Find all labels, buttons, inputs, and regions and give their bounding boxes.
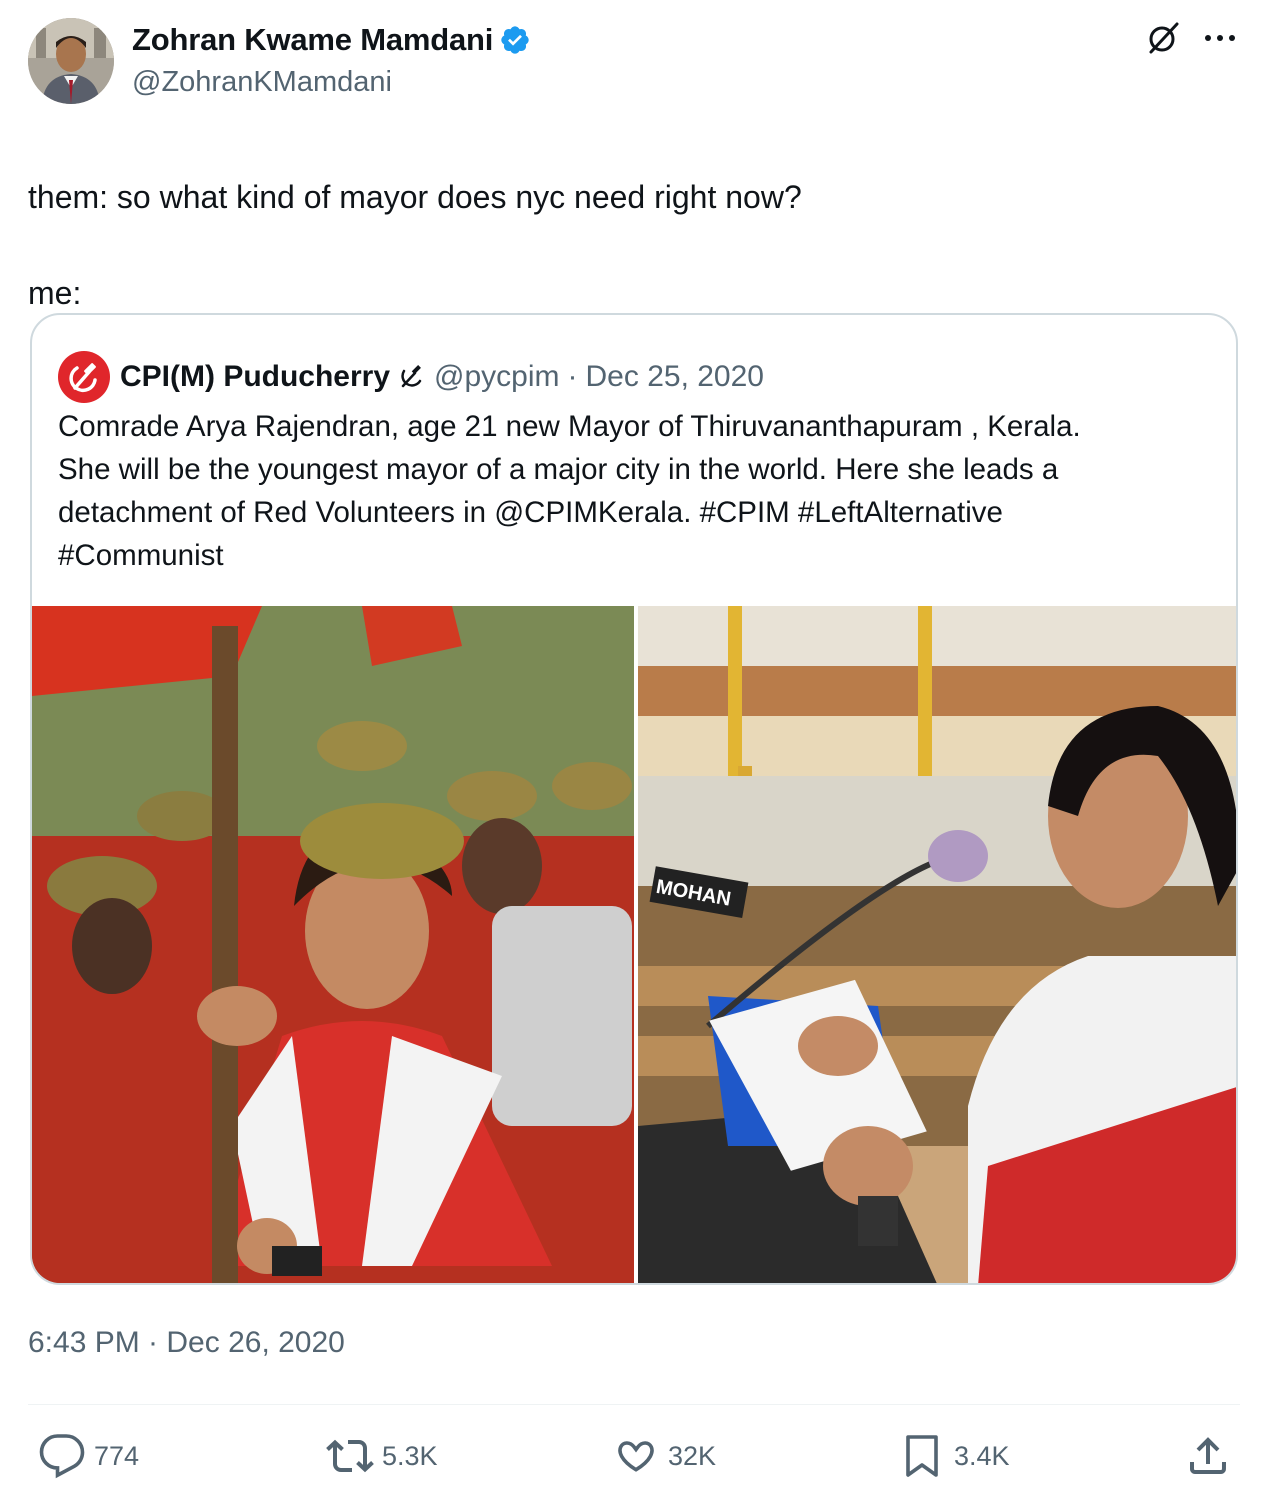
quoted-display-name[interactable]: CPI(M) Puducherry <box>120 360 390 394</box>
like-count: 32K <box>668 1440 717 1471</box>
quoted-text-line: She will be the youngest mayor of a majo… <box>58 453 1059 486</box>
separator-dot: · <box>567 360 578 393</box>
bookmark-count: 3.4K <box>954 1440 1010 1471</box>
volunteer-march-image <box>32 606 634 1283</box>
quoted-text-line: Comrade Arya Rajendran, age 21 new Mayor… <box>58 410 1081 443</box>
action-bar: 774 5.3K 32K 3.4K <box>0 1432 1274 1488</box>
quoted-tweet[interactable]: CPI(M) Puducherry @pycpim · Dec 25, 2020… <box>30 313 1238 1285</box>
author-handle[interactable]: @ZohranKMamdani <box>132 66 392 99</box>
verified-badge-icon <box>501 26 529 54</box>
like-button[interactable]: 32K <box>612 1432 716 1480</box>
quoted-tweet-text: Comrade Arya Rajendran, age 21 new Mayor… <box>58 405 1208 577</box>
grok-icon[interactable] <box>1143 18 1183 58</box>
reply-count: 774 <box>94 1440 140 1471</box>
tweet-text-line: me: <box>28 275 82 311</box>
bookmark-button[interactable]: 3.4K <box>898 1432 1010 1480</box>
photo-volunteer-march[interactable] <box>32 606 634 1283</box>
quoted-text-line: detachment of Red Volunteers in @CPIMKer… <box>58 496 1003 529</box>
repost-button[interactable]: 5.3K <box>326 1432 438 1480</box>
repost-icon <box>326 1439 374 1473</box>
hammer-sickle-icon <box>69 363 97 393</box>
quoted-tweet-header: CPI(M) Puducherry @pycpim · Dec 25, 2020 <box>58 351 764 403</box>
author-avatar[interactable] <box>28 18 114 104</box>
avatar-photo <box>28 18 114 104</box>
bookmark-icon <box>906 1435 938 1477</box>
tweet-timestamp[interactable]: 6:43 PM · Dec 26, 2020 <box>28 1326 345 1360</box>
hammer-sickle-emoji-icon <box>401 365 422 388</box>
quoted-photo-grid: MOHAN <box>32 606 1236 1283</box>
reply-icon <box>39 1434 85 1479</box>
share-icon <box>1190 1437 1226 1474</box>
divider <box>28 1404 1240 1405</box>
photo-council-speech[interactable]: MOHAN <box>638 606 1236 1283</box>
quoted-handle[interactable]: @pycpim <box>434 360 559 394</box>
reply-button[interactable]: 774 <box>38 1432 139 1480</box>
author-name-row[interactable]: Zohran Kwame Mamdani <box>132 22 531 58</box>
quoted-text-line: #Communist <box>58 539 224 572</box>
repost-count: 5.3K <box>382 1440 438 1471</box>
tweet-text-line: them: so what kind of mayor does nyc nee… <box>28 179 802 215</box>
share-button[interactable] <box>1184 1432 1240 1480</box>
author-display-name[interactable]: Zohran Kwame Mamdani <box>132 22 493 58</box>
heart-icon <box>618 1441 654 1472</box>
quoted-date[interactable]: Dec 25, 2020 <box>586 360 764 394</box>
council-speech-image: MOHAN <box>638 606 1236 1283</box>
quoted-avatar[interactable] <box>58 351 110 403</box>
more-options-icon[interactable] <box>1198 18 1242 58</box>
